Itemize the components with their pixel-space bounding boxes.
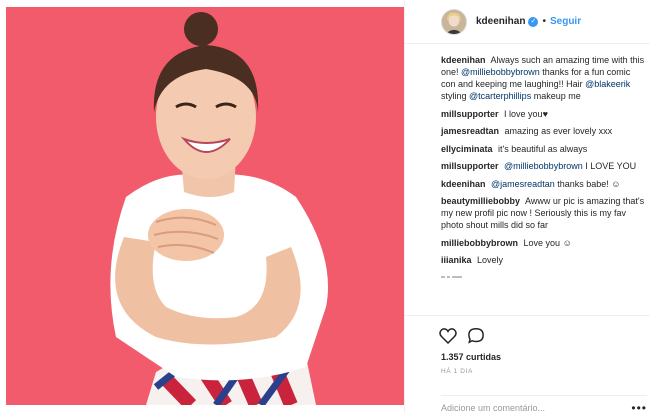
truncated-comment [441, 272, 647, 278]
list-item: ellyciminata it's beautiful as always [441, 143, 647, 155]
list-item: iiianika Lovely [441, 254, 647, 266]
post-side-panel: kdeenihan ✓ • Seguir kdeenihan Always su… [404, 0, 650, 413]
black-heart-icon: ♥ [542, 108, 548, 119]
comments-list: kdeenihan Always such an amazing time wi… [441, 54, 647, 278]
more-options-icon[interactable]: ••• [631, 402, 647, 413]
caption-mention[interactable]: @tcarterphillips [469, 91, 531, 101]
caption-mention[interactable]: @milliebobbybrown [461, 67, 540, 77]
comment-bubble-icon[interactable] [467, 327, 485, 344]
header-username[interactable]: kdeenihan [476, 16, 525, 27]
caption-mention[interactable]: @blakeerik [585, 79, 630, 89]
comment-mention[interactable]: @jamesreadtan [491, 179, 555, 189]
comment-text: thanks babe! [557, 178, 609, 189]
post-header: kdeenihan ✓ • Seguir [405, 0, 650, 44]
comment-text: it's beautiful as always [498, 143, 588, 154]
likes-count[interactable]: 1.357 curtidas [441, 352, 501, 362]
comment-username[interactable]: millsupporter [441, 109, 499, 119]
verified-badge-icon: ✓ [528, 16, 539, 27]
comment-username[interactable]: iiianika [441, 255, 472, 265]
comment-text: amazing as ever lovely xxx [504, 126, 613, 136]
post-photo-illustration [6, 7, 404, 405]
heart-icon[interactable] [439, 327, 457, 344]
comment-username[interactable]: beautymilliebobby [441, 196, 520, 206]
caption-text: styling [441, 91, 467, 101]
comment-username[interactable]: jamesreadtan [441, 126, 499, 136]
caption-username[interactable]: kdeenihan [441, 55, 486, 65]
separator-dot: • [542, 16, 546, 27]
comment-text: I LOVE YOU [585, 161, 637, 171]
caption: kdeenihan Always such an amazing time wi… [441, 54, 647, 102]
add-comment-bar: ••• [441, 395, 647, 413]
comment-username[interactable]: kdeenihan [441, 179, 486, 189]
comment-text: Lovely [477, 255, 504, 265]
comment-username[interactable]: millsupporter [441, 161, 499, 171]
comment-username[interactable]: milliebobbybrown [441, 238, 518, 248]
smiley-emoji-icon: ☺ [611, 178, 621, 189]
avatar[interactable] [441, 8, 467, 35]
post-actions: 1.357 curtidas HÁ 1 DIA ••• [405, 315, 650, 413]
list-item: milliebobbybrown Love you ☺ [441, 237, 647, 249]
list-item: beautymilliebobby Awww ur pic is amazing… [441, 195, 647, 231]
smiley-emoji-icon: ☺ [562, 237, 572, 248]
comment-input[interactable] [441, 402, 591, 413]
action-icons [439, 327, 485, 344]
follow-button[interactable]: Seguir [550, 16, 581, 27]
list-item: kdeenihan @jamesreadtan thanks babe! ☺ [441, 178, 647, 190]
comment-mention[interactable]: @milliebobbybrown [504, 161, 583, 171]
comment-username[interactable]: ellyciminata [441, 144, 493, 154]
list-item: millsupporter @milliebobbybrown I LOVE Y… [441, 160, 647, 172]
list-item: jamesreadtan amazing as ever lovely xxx [441, 125, 647, 137]
caption-text: makeup me [533, 91, 581, 101]
comment-text: I love you [504, 108, 543, 119]
comment-text: Love you [523, 237, 561, 248]
list-item: millsupporter I love you♥ [441, 108, 647, 120]
post-date: HÁ 1 DIA [441, 368, 473, 375]
post-photo[interactable] [6, 7, 404, 405]
